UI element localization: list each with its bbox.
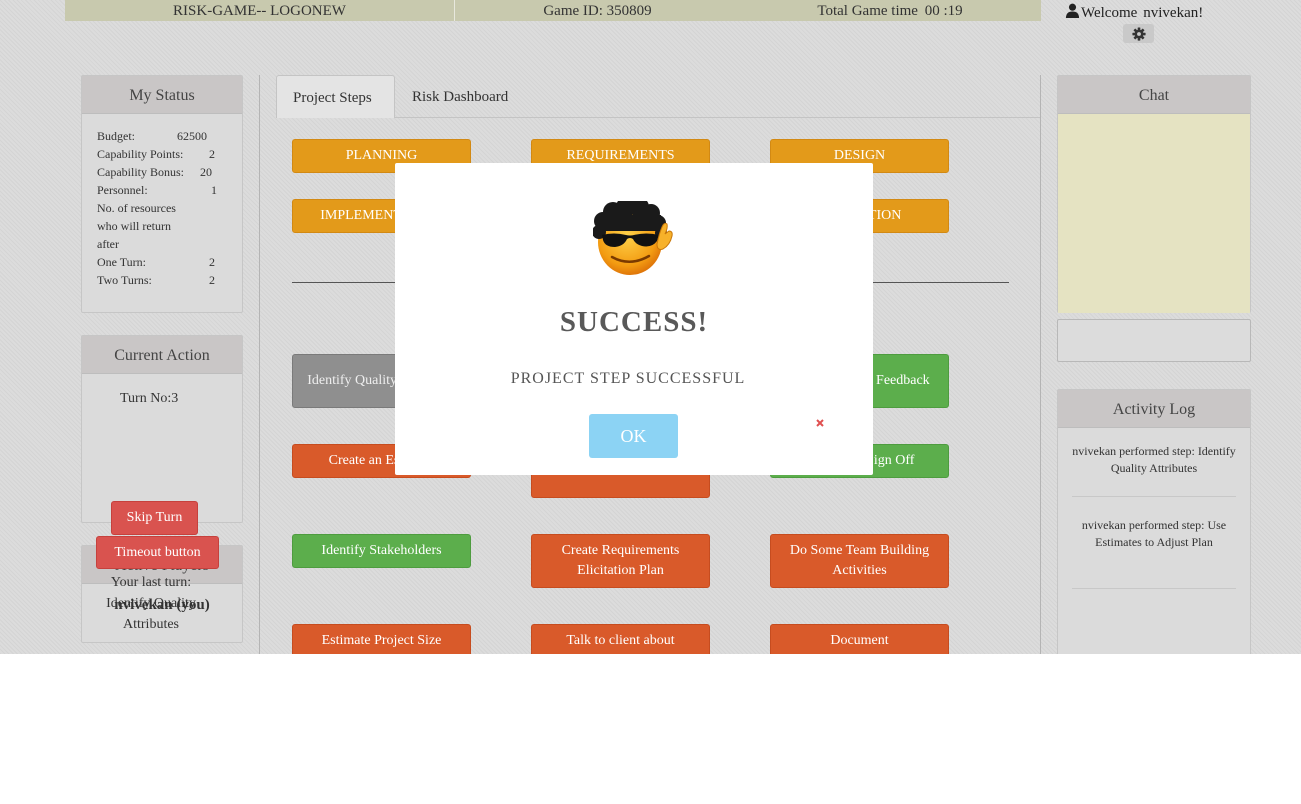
timeout-button[interactable]: Timeout button (96, 536, 219, 569)
cool-emoji-icon (593, 201, 673, 275)
activity-log-title: Activity Log (1058, 390, 1250, 428)
current-action-title: Current Action (82, 336, 242, 374)
resources-label: No. of resources who will return after (97, 201, 176, 251)
last-turn-value: Identify Quality Attributes (106, 596, 196, 632)
center-left-divider (259, 75, 260, 654)
game-time-value: 00 :19 (924, 3, 963, 19)
step-estimate-size-button[interactable]: Estimate Project Size (292, 624, 471, 654)
gear-icon (1131, 26, 1146, 41)
turn-label: Turn No: (120, 391, 172, 406)
my-status-title: My Status (82, 76, 242, 114)
user-icon (1065, 3, 1080, 18)
activity-log-list: nvivekan performed step: Identify Qualit… (1058, 428, 1250, 589)
settings-button[interactable] (1123, 24, 1154, 43)
capability-bonus-value: 20 (200, 165, 212, 179)
capability-bonus-row: Capability Bonus: 20 (97, 163, 242, 181)
budget-label: Budget: (97, 129, 135, 143)
game-id-label: Game ID: (543, 3, 603, 19)
chat-input[interactable] (1057, 319, 1251, 362)
budget-value: 62500 (177, 129, 207, 143)
capability-points-row: Capability Points: 2 (97, 145, 242, 163)
log-separator (1072, 588, 1236, 589)
game-id-value: 350809 (606, 3, 652, 19)
turn-value: 3 (171, 391, 179, 406)
step-talk-client-button[interactable]: Talk to client about (531, 624, 710, 654)
welcome-label: Welcome (1081, 5, 1138, 21)
capability-points-label: Capability Points: (97, 147, 184, 161)
chat-panel: Chat (1057, 75, 1251, 313)
center-right-divider (1040, 75, 1041, 654)
budget-row: Budget: 62500 (97, 127, 242, 145)
logo-text: RISK-GAME-- LOGONEW (65, 0, 455, 21)
my-status-panel: My Status Budget: 62500 Capability Points… (81, 75, 243, 313)
game-time-label: Total Game time (817, 3, 918, 19)
one-turn-label: One Turn: (97, 255, 147, 269)
one-turn-row: One Turn: 2 (97, 253, 242, 271)
step-requirements-plan-button[interactable]: Create Requirements Elicitation Plan (531, 534, 710, 588)
personnel-value: 1 (211, 183, 217, 197)
welcome-username: nvivekan! (1143, 5, 1204, 21)
chat-messages (1058, 114, 1250, 313)
capability-points-value: 2 (209, 147, 215, 161)
log-entry: nvivekan performed step: Use Estimates t… (1081, 518, 1227, 549)
modal-message: PROJECT STEP SUCCESSFUL (510, 370, 746, 387)
two-turns-value: 2 (209, 273, 215, 287)
chat-title: Chat (1058, 76, 1250, 114)
step-identify-stakeholders-button[interactable]: Identify Stakeholders (292, 534, 471, 568)
skip-turn-button[interactable]: Skip Turn (111, 501, 198, 535)
personnel-row: Personnel: 1 (97, 181, 242, 199)
last-turn-info: Your last turn: Identify Quality Attribu… (96, 572, 206, 635)
game-app: RISK-GAME-- LOGONEW Game ID: 350809 Tota… (0, 0, 1301, 654)
ok-button[interactable]: OK (589, 414, 678, 458)
game-id: Game ID: 350809 (455, 0, 740, 21)
tab-risk-dashboard[interactable]: Risk Dashboard (396, 75, 524, 118)
last-turn-label: Your last turn: (110, 575, 192, 590)
two-turns-row: Two Turns: 2 (97, 271, 242, 289)
top-bar: RISK-GAME-- LOGONEW Game ID: 350809 Tota… (65, 0, 1041, 21)
close-icon[interactable] (816, 419, 824, 427)
personnel-label: Personnel: (97, 183, 148, 197)
two-turns-label: Two Turns: (97, 273, 152, 287)
tab-project-steps[interactable]: Project Steps (276, 75, 395, 118)
step-team-building-button[interactable]: Do Some Team Building Activities (770, 534, 949, 588)
turn-number: Turn No:3 (82, 374, 242, 407)
capability-bonus-label: Capability Bonus: (97, 165, 184, 179)
modal-title: SUCCESS! (559, 306, 709, 338)
log-entry: nvivekan performed step: Identify Qualit… (1072, 444, 1236, 475)
current-action-panel: Current Action Turn No:3 (81, 335, 243, 523)
welcome-user[interactable]: Welcome nvivekan! (1065, 3, 1203, 22)
status-list: Budget: 62500 Capability Points: 2 Capabil… (82, 114, 242, 289)
game-time: Total Game time 00 :19 (740, 0, 1040, 21)
activity-log-panel: Activity Log nvivekan performed step: Id… (1057, 389, 1251, 654)
one-turn-value: 2 (209, 255, 215, 269)
success-modal: SUCCESS! PROJECT STEP SUCCESSFUL OK (395, 163, 873, 475)
step-document-button[interactable]: Document (770, 624, 949, 654)
